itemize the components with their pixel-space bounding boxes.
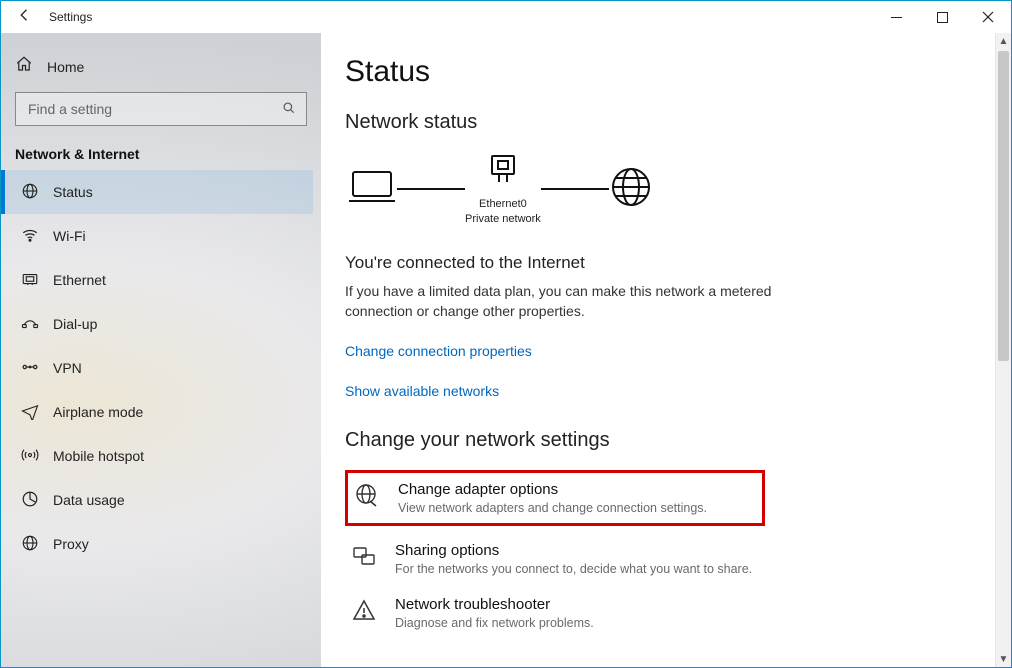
titlebar: Settings <box>1 1 1011 33</box>
sidebar-item-status[interactable]: Status <box>1 170 313 214</box>
connected-body: If you have a limited data plan, you can… <box>345 281 785 322</box>
sidebar-item-ethernet[interactable]: Ethernet <box>1 258 313 302</box>
sidebar-item-dialup[interactable]: Dial-up <box>1 302 313 346</box>
row-title: Sharing options <box>395 542 752 559</box>
status-icon <box>21 182 39 203</box>
sidebar-item-label: Data usage <box>53 492 125 508</box>
dialup-icon <box>21 314 39 335</box>
vpn-icon <box>21 358 39 379</box>
maximize-button[interactable] <box>919 1 965 33</box>
row-sharing-options[interactable]: Sharing options For the networks you con… <box>345 532 987 586</box>
sidebar-item-label: Mobile hotspot <box>53 448 144 464</box>
sidebar: Home Network & Internet Status Wi-Fi Eth… <box>1 33 321 667</box>
row-desc: Diagnose and fix network problems. <box>395 616 594 630</box>
sidebar-item-label: Dial-up <box>53 316 97 332</box>
diagram-network-type: Private network <box>465 212 541 227</box>
sidebar-item-proxy[interactable]: Proxy <box>1 522 313 566</box>
diagram-adapter-name: Ethernet0 <box>465 197 541 212</box>
sidebar-section-heading: Network & Internet <box>9 146 313 170</box>
row-title: Change adapter options <box>398 481 707 498</box>
link-change-connection-properties[interactable]: Change connection properties <box>345 343 532 359</box>
search-icon <box>282 101 296 118</box>
search-box[interactable] <box>15 92 307 126</box>
pc-icon <box>347 167 397 212</box>
row-desc: For the networks you connect to, decide … <box>395 562 752 576</box>
close-button[interactable] <box>965 1 1011 33</box>
sidebar-item-wifi[interactable]: Wi-Fi <box>1 214 313 258</box>
hotspot-icon <box>21 446 39 467</box>
connected-title: You're connected to the Internet <box>345 253 987 273</box>
page-title: Status <box>345 55 987 89</box>
sidebar-item-hotspot[interactable]: Mobile hotspot <box>1 434 313 478</box>
nav-home-label: Home <box>47 59 84 75</box>
diagram-adapter: Ethernet0 Private network <box>465 152 541 227</box>
wifi-icon <box>21 226 39 247</box>
scroll-down-arrow[interactable]: ▼ <box>996 651 1011 667</box>
sidebar-item-label: Proxy <box>53 536 89 552</box>
content-pane: Status Network status Ethernet0 Private … <box>321 33 1011 667</box>
sidebar-item-label: VPN <box>53 360 82 376</box>
diagram-internet <box>609 165 653 214</box>
sidebar-item-vpn[interactable]: VPN <box>1 346 313 390</box>
warning-icon <box>351 596 377 622</box>
row-network-troubleshooter[interactable]: Network troubleshooter Diagnose and fix … <box>345 586 987 640</box>
link-show-available-networks[interactable]: Show available networks <box>345 383 499 399</box>
sidebar-item-label: Ethernet <box>53 272 106 288</box>
sidebar-item-datausage[interactable]: Data usage <box>1 478 313 522</box>
row-desc: View network adapters and change connect… <box>398 501 707 515</box>
diagram-line <box>541 188 609 190</box>
minimize-button[interactable] <box>873 1 919 33</box>
search-input[interactable] <box>26 100 282 118</box>
scroll-up-arrow[interactable]: ▲ <box>996 33 1011 49</box>
vertical-scrollbar[interactable]: ▲ ▼ <box>995 33 1011 667</box>
adapter-icon <box>486 152 520 191</box>
network-diagram: Ethernet0 Private network <box>345 152 987 227</box>
change-settings-heading: Change your network settings <box>345 429 987 452</box>
row-title: Network troubleshooter <box>395 596 594 613</box>
ethernet-icon <box>21 270 39 291</box>
diagram-pc <box>347 167 397 212</box>
data-usage-icon <box>21 490 39 511</box>
network-status-heading: Network status <box>345 111 987 134</box>
window-controls <box>873 1 1011 33</box>
back-button[interactable] <box>1 6 49 29</box>
sidebar-item-label: Airplane mode <box>53 404 143 420</box>
sidebar-item-label: Status <box>53 184 93 200</box>
globe-icon <box>609 165 653 214</box>
sharing-icon <box>351 542 377 568</box>
nav-home[interactable]: Home <box>9 49 313 88</box>
window-title: Settings <box>49 10 92 24</box>
sidebar-item-airplane[interactable]: Airplane mode <box>1 390 313 434</box>
row-change-adapter-options[interactable]: Change adapter options View network adap… <box>345 470 765 526</box>
home-icon <box>15 55 33 78</box>
globe-icon <box>354 481 380 507</box>
scroll-thumb[interactable] <box>998 51 1009 361</box>
proxy-icon <box>21 534 39 555</box>
sidebar-item-label: Wi-Fi <box>53 228 86 244</box>
airplane-icon <box>21 402 39 423</box>
settings-list: Change adapter options View network adap… <box>345 470 987 640</box>
diagram-line <box>397 188 465 190</box>
